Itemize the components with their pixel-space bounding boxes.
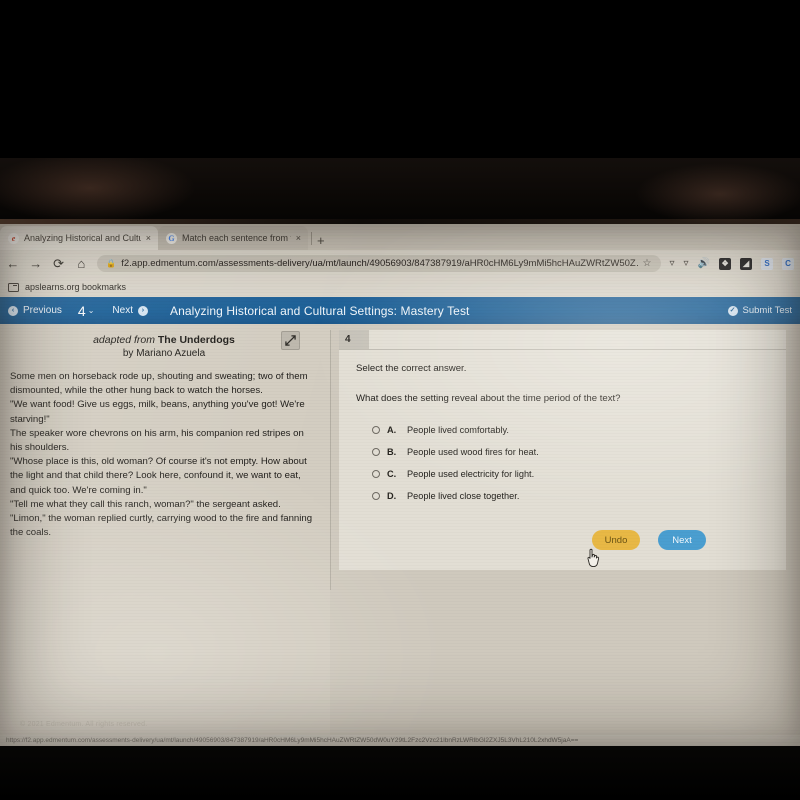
answer-choice-list: A. People lived comfortably. B. People u… (356, 419, 770, 507)
previous-button[interactable]: ‹ Previous (8, 305, 62, 316)
passage-paragraph: "Tell me what they call this ranch, woma… (10, 498, 281, 510)
passage-title: The Underdogs (157, 334, 235, 346)
tab-divider (311, 232, 312, 245)
question-action-buttons: Undo Next (592, 530, 706, 550)
skype-extension-icon[interactable]: S (761, 257, 774, 270)
passage-text: Some men on horseback rode up, shouting … (10, 370, 318, 540)
close-icon[interactable]: × (146, 233, 151, 243)
page-title: Analyzing Historical and Cultural Settin… (169, 303, 470, 318)
answer-choice-b[interactable]: B. People used wood fires for heat. (372, 441, 770, 463)
previous-label: Previous (23, 305, 62, 316)
lock-icon: 🔒 (106, 259, 117, 268)
address-bar[interactable]: 🔒 f2.app.edmentum.com/assessments-delive… (97, 255, 661, 272)
answer-choice-letter: C. (387, 469, 397, 479)
expand-passage-button[interactable] (281, 331, 300, 350)
question-pane: 4 Select the correct answer. What does t… (331, 324, 800, 743)
passage-attribution: adapted from The Underdogs (34, 334, 294, 346)
passage-header: adapted from The Underdogs by Mariano Az… (10, 334, 318, 359)
arrow-left-circle-icon: ‹ (8, 305, 18, 316)
passage-paragraph: The speaker wore chevrons on his arm, hi… (10, 427, 304, 453)
bookmark-folder-label[interactable]: apslearns.org bookmarks (25, 282, 126, 292)
new-tab-button[interactable]: + (317, 234, 331, 250)
passage-pane: adapted from The Underdogs by Mariano Az… (0, 324, 330, 743)
submit-test-button[interactable]: ✓ Submit Test (727, 305, 792, 316)
check-circle-icon: ✓ (727, 305, 738, 316)
browser-tab-title: Analyzing Historical and Cultura (24, 233, 141, 243)
question-prompt: What does the setting reveal about the t… (356, 393, 621, 404)
laptop-screen: e Analyzing Historical and Cultura × G M… (0, 224, 800, 746)
clever-extension-icon[interactable]: C (782, 257, 795, 270)
passage-paragraph: Some men on horseback rode up, shouting … (10, 371, 308, 397)
answer-choice-c[interactable]: C. People used electricity for light. (372, 463, 770, 485)
shield-icon[interactable]: ▿ (684, 258, 689, 269)
answer-choice-text: People used wood fires for heat. (407, 447, 539, 457)
status-bar-url: https://f2.app.edmentum.com/assessments-… (6, 737, 579, 744)
answer-choice-d[interactable]: D. People lived close together. (372, 485, 770, 507)
question-card: 4 Select the correct answer. What does t… (339, 330, 786, 570)
home-icon[interactable]: ⌂ (74, 257, 88, 270)
radio-button-icon[interactable] (372, 426, 380, 434)
question-content: Select the correct answer. What does the… (339, 350, 786, 507)
passage-paragraph: "Limon," the woman replied curtly, carry… (10, 512, 313, 539)
browser-tab-title: Match each sentence from the p (182, 233, 291, 243)
speaker-icon[interactable]: 🔊 (698, 258, 710, 269)
arrow-right-circle-icon: › (137, 305, 148, 316)
submit-test-label: Submit Test (742, 305, 792, 316)
radio-button-icon[interactable] (372, 448, 380, 456)
folder-icon (8, 282, 19, 292)
answer-choice-letter: B. (387, 447, 397, 457)
copyright-notice: © 2021 Edmentum. All rights reserved. (20, 721, 148, 728)
expand-arrows-icon (285, 335, 296, 346)
shield-icon[interactable]: ▿ (670, 258, 675, 269)
browser-tab-active[interactable]: e Analyzing Historical and Cultura × (0, 226, 158, 250)
next-label: Next (112, 305, 133, 316)
answer-choice-a[interactable]: A. People lived comfortably. (372, 419, 770, 441)
next-button[interactable]: Next › (112, 305, 148, 316)
close-icon[interactable]: × (296, 233, 301, 243)
dark-room-above-screen (0, 158, 800, 224)
answer-choice-text: People used electricity for light. (407, 469, 535, 479)
browser-tab-strip: e Analyzing Historical and Cultura × G M… (0, 224, 800, 250)
address-bar-url: f2.app.edmentum.com/assessments-delivery… (121, 258, 638, 269)
assessment-app-bar: ‹ Previous 4 ⌄ Next › Analyzing Historic… (0, 297, 800, 324)
chevron-down-icon[interactable]: ⌄ (88, 306, 95, 315)
bookmarks-bar: apslearns.org bookmarks (0, 277, 800, 297)
assessment-body: adapted from The Underdogs by Mariano Az… (0, 324, 800, 743)
puzzle-extension-icon[interactable]: ❖ (719, 257, 732, 270)
question-number-badge: 4 (339, 330, 369, 349)
photograph-of-laptop-screen: e Analyzing Historical and Cultura × G M… (0, 0, 800, 800)
answer-choice-text: People lived close together. (407, 491, 520, 501)
edmentum-e-icon: e (8, 232, 19, 244)
passage-paragraph: "Whose place is this, old woman? Of cour… (10, 456, 307, 496)
forward-icon[interactable]: → (29, 257, 43, 270)
passage-paragraph: "We want food! Give us eggs, milk, beans… (10, 399, 305, 425)
undo-button[interactable]: Undo (592, 530, 640, 550)
passage-attribution-prefix: adapted from (93, 334, 158, 346)
back-icon[interactable]: ← (6, 257, 20, 270)
radio-button-icon[interactable] (372, 492, 380, 500)
browser-status-bar: https://f2.app.edmentum.com/assessments-… (0, 735, 800, 746)
answer-choice-text: People lived comfortably. (407, 425, 509, 435)
passage-byline: by Mariano Azuela (122, 348, 206, 359)
screenshot-extension-icon[interactable]: ◢ (740, 257, 753, 270)
google-g-icon: G (166, 232, 177, 244)
answer-choice-letter: D. (387, 491, 397, 501)
browser-toolbar: ← → ⟳ ⌂ 🔒 f2.app.edmentum.com/assessment… (0, 250, 800, 277)
reload-icon[interactable]: ⟳ (52, 257, 66, 270)
next-button[interactable]: Next (658, 530, 706, 550)
bookmark-star-icon[interactable]: ☆ (643, 258, 652, 269)
question-number-selector[interactable]: 4 (78, 303, 86, 319)
answer-choice-letter: A. (387, 425, 397, 435)
question-instruction: Select the correct answer. (356, 363, 467, 374)
radio-button-icon[interactable] (372, 470, 380, 478)
dark-area-below-screen (0, 745, 800, 800)
browser-tab-inactive[interactable]: G Match each sentence from the p × (158, 226, 308, 250)
